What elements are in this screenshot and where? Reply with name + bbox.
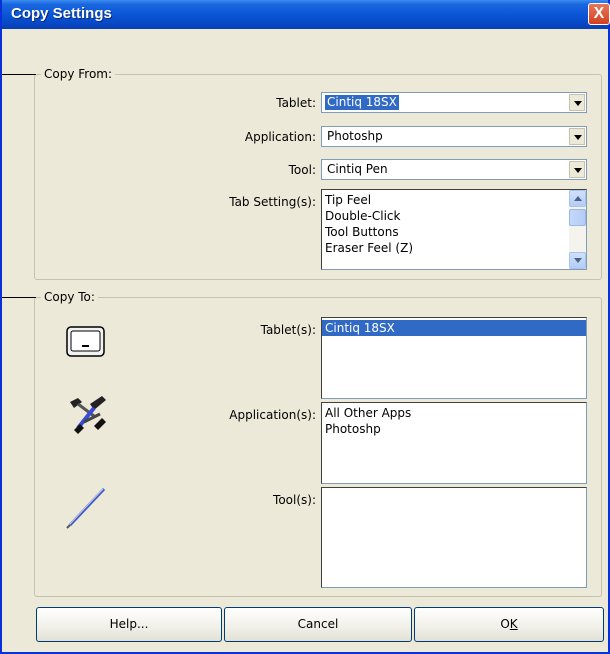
chevron-down-icon[interactable] <box>569 161 585 178</box>
tab-settings-label: Tab Setting(s): <box>229 195 316 209</box>
tab-settings-listbox[interactable]: Tip Feel Double-Click Tool Buttons Erase… <box>321 189 587 270</box>
application-label: Application: <box>244 130 316 144</box>
application-combobox[interactable]: Photoshp <box>321 126 587 147</box>
list-item[interactable]: Double-Click <box>322 208 586 224</box>
tablet-label: Tablet: <box>276 96 316 110</box>
tab-settings-scrollbar[interactable] <box>569 190 586 269</box>
list-item[interactable]: All Other Apps <box>322 405 586 421</box>
pen-tools-icon <box>70 396 106 434</box>
tools-listbox[interactable] <box>321 487 587 588</box>
help-button[interactable]: Help... <box>36 607 222 642</box>
cancel-button-label: Cancel <box>297 617 339 631</box>
tool-combobox-value: Cintiq Pen <box>327 162 388 176</box>
ok-button-label: OK <box>500 617 517 631</box>
ok-label-prefix: O <box>500 617 510 631</box>
help-button-label: Help... <box>109 617 149 631</box>
list-item[interactable]: Eraser Feel (Z) <box>322 240 586 256</box>
leader-line-copy-from <box>2 74 36 75</box>
tablet-combobox[interactable]: Cintiq 18SX <box>321 92 587 113</box>
leader-line-copy-to <box>2 297 36 298</box>
chevron-down-icon[interactable] <box>569 128 585 145</box>
window-title: Copy Settings <box>11 5 112 22</box>
scroll-down-icon[interactable] <box>569 252 586 269</box>
list-item[interactable]: Photoshp <box>322 421 586 437</box>
copy-settings-dialog: Copy Settings X Copy From: Tablet: Cinti… <box>0 0 610 654</box>
close-icon: X <box>593 5 605 22</box>
applications-listbox[interactable]: All Other Apps Photoshp <box>321 402 587 484</box>
copy-to-label: Copy To: <box>41 290 98 304</box>
list-item[interactable]: Tool Buttons <box>322 224 586 240</box>
tablets-listbox[interactable]: Cintiq 18SX <box>321 317 587 399</box>
pen-icon <box>66 487 106 529</box>
tools-label: Tool(s): <box>273 493 316 507</box>
close-button[interactable]: X <box>588 3 610 25</box>
copy-from-label: Copy From: <box>41 67 116 81</box>
ok-label-mnemonic: K <box>509 617 518 631</box>
tablet-icon <box>66 326 105 357</box>
list-item[interactable]: Cintiq 18SX <box>322 320 586 336</box>
applications-label: Application(s): <box>229 408 316 422</box>
title-bar[interactable]: Copy Settings X <box>2 0 610 29</box>
list-item[interactable]: Tip Feel <box>322 192 586 208</box>
scroll-up-icon[interactable] <box>569 190 586 207</box>
tool-label: Tool: <box>288 163 316 177</box>
tablets-label: Tablet(s): <box>260 323 316 337</box>
cancel-button[interactable]: Cancel <box>224 607 412 642</box>
scroll-thumb[interactable] <box>569 209 586 226</box>
tool-combobox[interactable]: Cintiq Pen <box>321 159 587 180</box>
application-combobox-value: Photoshp <box>327 129 383 143</box>
chevron-down-icon[interactable] <box>569 94 585 111</box>
ok-button[interactable]: OK <box>414 607 604 642</box>
tablet-combobox-value: Cintiq 18SX <box>325 95 399 110</box>
